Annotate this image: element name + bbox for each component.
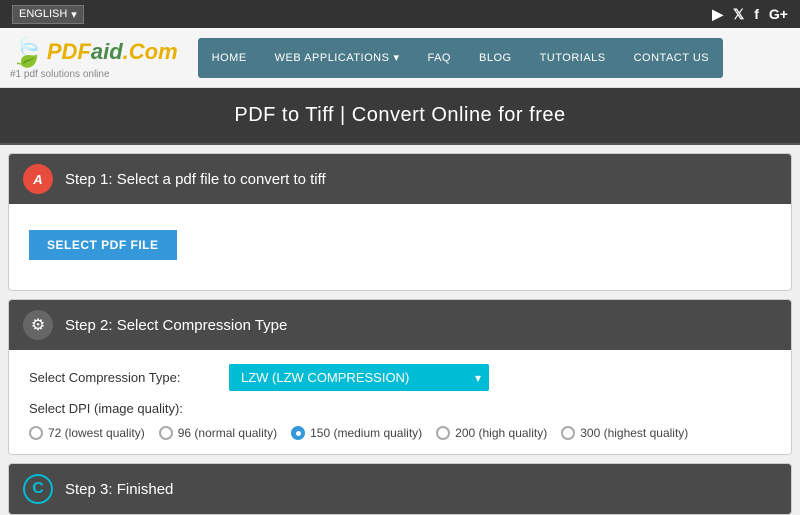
dpi-label: Select DPI (image quality): <box>29 401 229 416</box>
compression-select[interactable]: LZW (LZW COMPRESSION) NONE DEFLATE JPEG … <box>229 364 489 391</box>
top-bar: ENGLISH ▾ ▶ 𝕏 f G+ <box>0 0 800 28</box>
step1-body: SELECT PDF FILE <box>9 204 791 290</box>
language-selector[interactable]: ENGLISH ▾ <box>12 5 84 24</box>
nav-home[interactable]: HOME <box>198 38 261 78</box>
select-pdf-button[interactable]: SELECT PDF FILE <box>29 230 177 260</box>
dpi-200-label: 200 (high quality) <box>455 426 547 440</box>
step3-header: C Step 3: Finished <box>9 464 791 514</box>
dpi-200-radio[interactable] <box>436 426 450 440</box>
nav-faq[interactable]: FAQ <box>413 38 465 78</box>
dpi-200[interactable]: 200 (high quality) <box>436 426 547 440</box>
step2-title: Step 2: Select Compression Type <box>65 317 287 334</box>
dpi-options-row: 72 (lowest quality) 96 (normal quality) … <box>29 426 771 440</box>
nav-tutorials[interactable]: TUTORIALS <box>526 38 620 78</box>
step1-title: Step 1: Select a pdf file to convert to … <box>65 171 326 188</box>
step1-icon: A <box>23 164 53 194</box>
logo-leaf-icon: 🍃 <box>10 36 45 69</box>
dpi-72-label: 72 (lowest quality) <box>48 426 145 440</box>
compression-label: Select Compression Type: <box>29 370 229 385</box>
step2-header: ⚙ Step 2: Select Compression Type <box>9 300 791 350</box>
social-icons-group: ▶ 𝕏 f G+ <box>712 6 788 23</box>
dpi-96-label: 96 (normal quality) <box>178 426 277 440</box>
dpi-300[interactable]: 300 (highest quality) <box>561 426 688 440</box>
step1-section: A Step 1: Select a pdf file to convert t… <box>8 153 792 291</box>
step3-title: Step 3: Finished <box>65 481 173 498</box>
dpi-72[interactable]: 72 (lowest quality) <box>29 426 145 440</box>
facebook-icon[interactable]: f <box>754 6 759 22</box>
step3-icon: C <box>23 474 53 504</box>
logo-text: PDFaid.Com <box>47 39 178 65</box>
dpi-300-label: 300 (highest quality) <box>580 426 688 440</box>
nav-bar: 🍃 PDFaid.Com #1 pdf solutions online HOM… <box>0 28 800 88</box>
dpi-label-row: Select DPI (image quality): <box>29 401 771 416</box>
page-title: PDF to Tiff | Convert Online for free <box>0 88 800 145</box>
dpi-150[interactable]: 150 (medium quality) <box>291 426 422 440</box>
step2-section: ⚙ Step 2: Select Compression Type Select… <box>8 299 792 455</box>
lang-label: ENGLISH <box>19 8 67 20</box>
nav-web-apps[interactable]: WEB APPLICATIONS <box>261 38 414 78</box>
dpi-72-radio[interactable] <box>29 426 43 440</box>
twitter-icon[interactable]: 𝕏 <box>733 6 744 23</box>
dpi-96[interactable]: 96 (normal quality) <box>159 426 277 440</box>
step1-header: A Step 1: Select a pdf file to convert t… <box>9 154 791 204</box>
step3-section: C Step 3: Finished <box>8 463 792 515</box>
lang-arrow: ▾ <box>71 8 77 21</box>
compression-row: Select Compression Type: LZW (LZW COMPRE… <box>29 364 771 391</box>
nav-menu: HOME WEB APPLICATIONS FAQ BLOG TUTORIALS… <box>198 38 723 78</box>
googleplus-icon[interactable]: G+ <box>769 6 788 22</box>
dpi-96-radio[interactable] <box>159 426 173 440</box>
youtube-icon[interactable]: ▶ <box>712 6 723 23</box>
logo: 🍃 PDFaid.Com #1 pdf solutions online <box>10 36 178 80</box>
dpi-150-radio[interactable] <box>291 426 305 440</box>
compression-select-wrapper[interactable]: LZW (LZW COMPRESSION) NONE DEFLATE JPEG … <box>229 364 489 391</box>
dpi-150-label: 150 (medium quality) <box>310 426 422 440</box>
step2-icon: ⚙ <box>23 310 53 340</box>
nav-contact[interactable]: CONTACT US <box>620 38 724 78</box>
step2-body: Select Compression Type: LZW (LZW COMPRE… <box>9 350 791 454</box>
nav-blog[interactable]: BLOG <box>465 38 526 78</box>
logo-sub: #1 pdf solutions online <box>10 69 178 80</box>
dpi-300-radio[interactable] <box>561 426 575 440</box>
